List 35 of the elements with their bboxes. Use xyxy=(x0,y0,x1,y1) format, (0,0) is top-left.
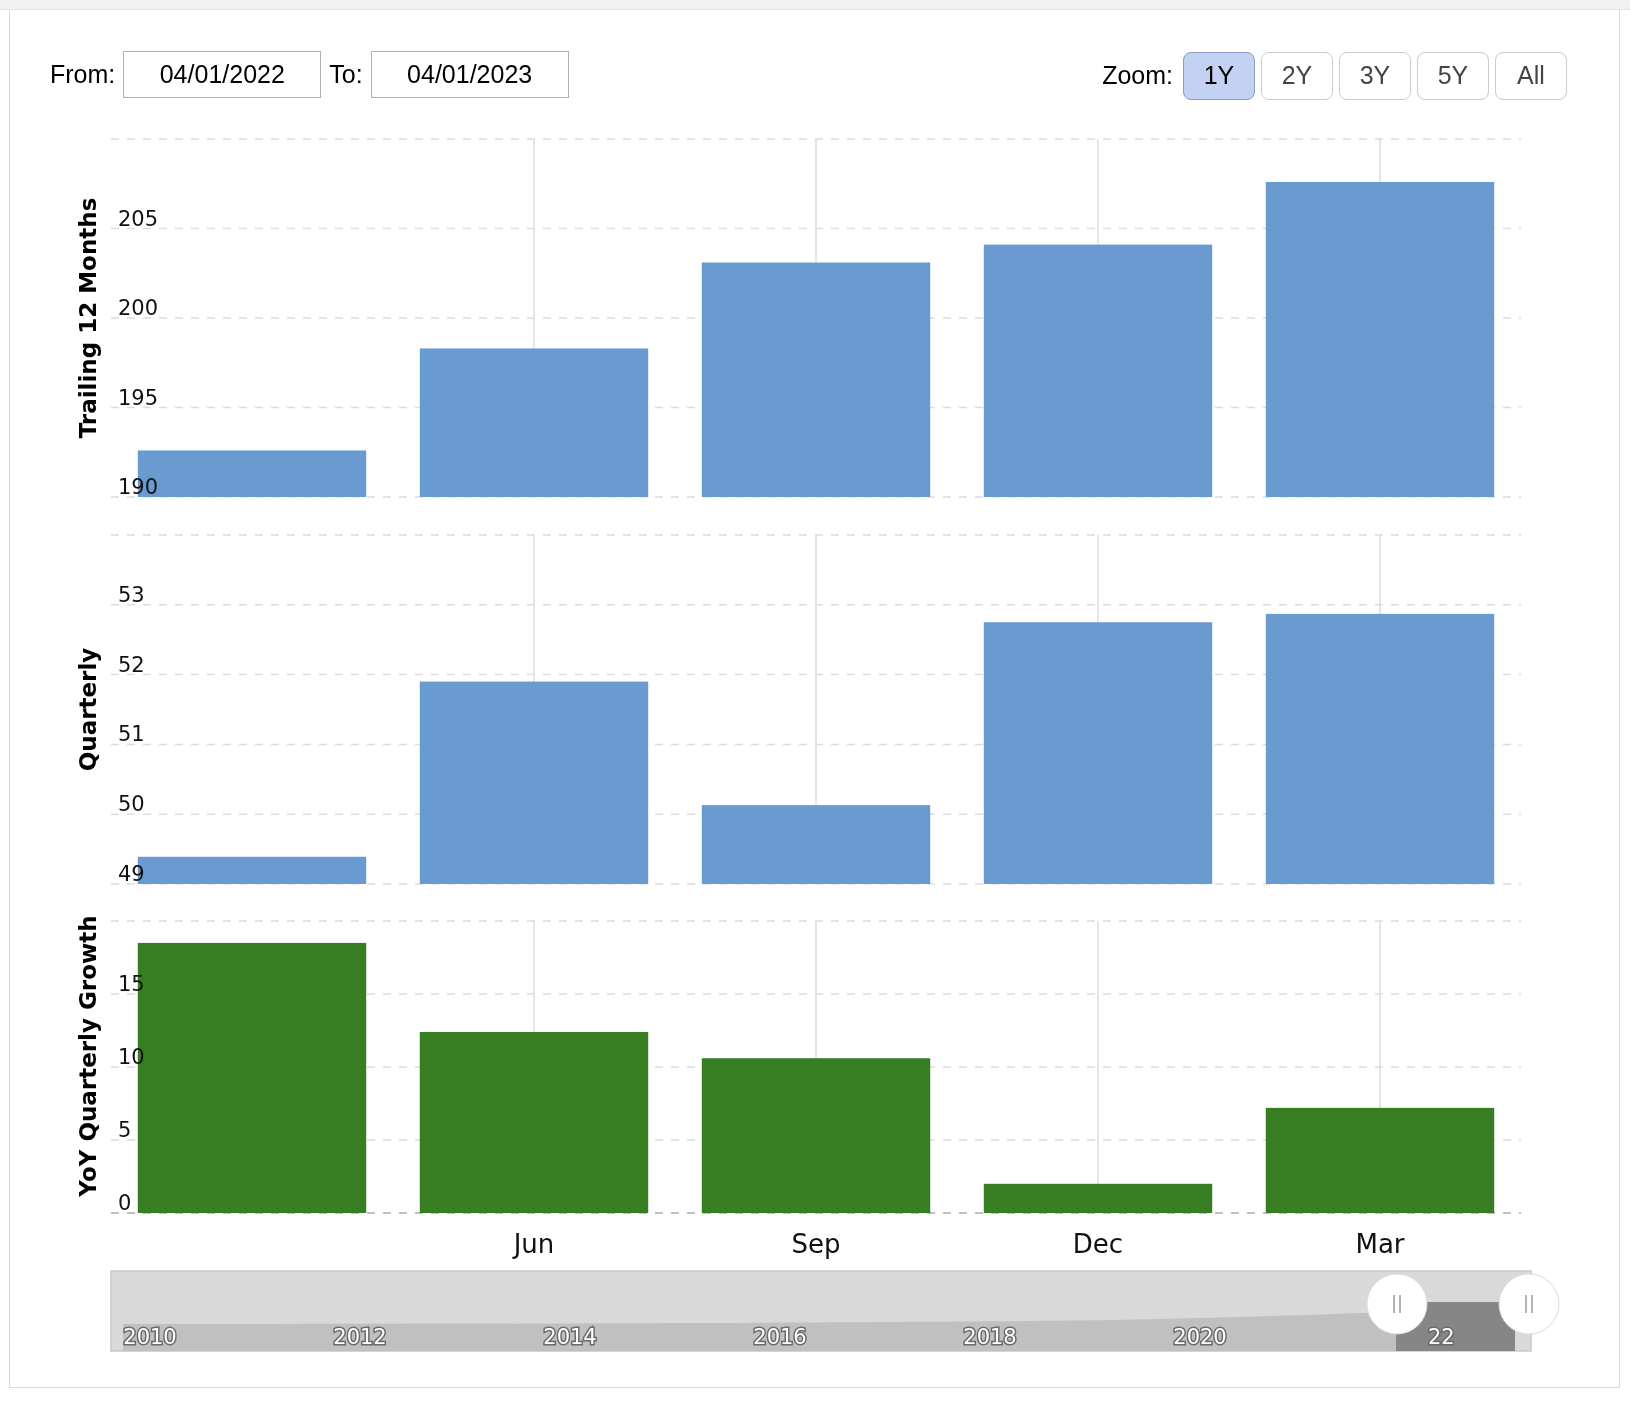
axis-tick-label: 205 xyxy=(118,206,159,231)
axis-title: YoY Quarterly Growth xyxy=(75,915,101,1197)
navigator-year-label: 2014 xyxy=(543,1325,597,1349)
axis-tick-label: Dec xyxy=(1072,1229,1124,1259)
from-label: From: xyxy=(50,58,116,90)
axis-tick-label: Jun xyxy=(513,1229,555,1259)
zoom-button[interactable]: 1Y xyxy=(1183,52,1255,100)
navigator-year-label: 2012 xyxy=(333,1325,387,1349)
axis-title: Trailing 12 Months xyxy=(75,197,101,439)
axis-title: Quarterly xyxy=(75,647,101,772)
axis-tick-label: 53 xyxy=(118,582,145,607)
axis-tick-label: 51 xyxy=(118,722,145,747)
axis-tick-label: 0 xyxy=(118,1191,132,1215)
navigator-year-label: 2018 xyxy=(963,1325,1017,1349)
zoom-button[interactable]: 5Y xyxy=(1417,52,1489,100)
axis-tick-label: 50 xyxy=(118,792,145,817)
navigator-year-label: 22 xyxy=(1428,1325,1455,1349)
axis-tick-label: 52 xyxy=(118,652,145,677)
zoom-button[interactable]: 3Y xyxy=(1339,52,1411,100)
axis-tick-label: Sep xyxy=(791,1229,841,1259)
zoom-label: Zoom: xyxy=(1102,60,1173,92)
navigator-year-label: 2016 xyxy=(753,1325,807,1349)
from-date-field[interactable]: 04/01/2022 xyxy=(123,51,322,98)
zoom-button[interactable]: All xyxy=(1495,52,1567,100)
navigator-handle[interactable] xyxy=(1366,1273,1428,1335)
to-label: To: xyxy=(329,58,363,90)
to-date-field[interactable]: 04/01/2023 xyxy=(370,51,569,98)
navigator-year-label: 2020 xyxy=(1173,1325,1227,1349)
axis-tick-label: 195 xyxy=(118,385,159,410)
navigator-year-label: 2010 xyxy=(123,1325,177,1349)
axis-tick-label: 5 xyxy=(118,1118,132,1142)
axis-tick-label: 200 xyxy=(118,296,159,320)
zoom-button[interactable]: 2Y xyxy=(1261,52,1333,100)
axis-tick-label: Mar xyxy=(1355,1229,1405,1259)
navigator-handle[interactable] xyxy=(1498,1273,1560,1335)
